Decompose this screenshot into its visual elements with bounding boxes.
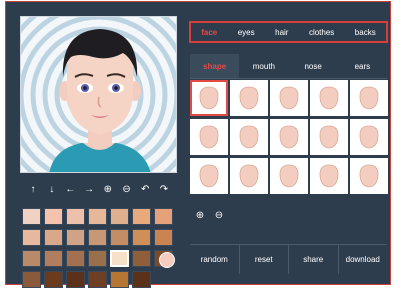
random-button[interactable]: random (190, 245, 240, 274)
color-swatch[interactable] (22, 250, 41, 267)
face-shape-option[interactable] (270, 119, 308, 155)
subtab-nose[interactable]: nose (289, 54, 338, 78)
subtab-shape[interactable]: shape (190, 54, 240, 78)
color-swatch[interactable] (110, 229, 129, 246)
face-shape-icon (199, 125, 219, 149)
face-shape-icon (319, 164, 339, 188)
avatar-maker-app: ↑ ↓ ← → ⊕ ⊖ ↶ ↷ face eyes hair clothes backs shape m… (5, 1, 391, 288)
face-shape-icon (359, 86, 379, 110)
shape-grid (190, 80, 388, 194)
color-swatch[interactable] (44, 229, 63, 246)
face-shape-option[interactable] (230, 119, 268, 155)
color-swatch[interactable] (66, 250, 85, 267)
zoom-out-icon[interactable]: ⊖ (213, 208, 225, 224)
face-shape-option[interactable] (350, 80, 388, 116)
face-shape-option[interactable] (190, 158, 228, 194)
color-palette (18, 208, 180, 288)
face-shape-icon (239, 164, 259, 188)
grid-zoom-controls: ⊕ ⊖ (194, 208, 225, 224)
color-swatch[interactable] (88, 229, 107, 246)
color-swatch[interactable] (110, 250, 129, 267)
zoom-out-icon[interactable]: ⊖ (119, 182, 135, 198)
color-swatch[interactable] (88, 208, 107, 225)
face-shape-icon (239, 125, 259, 149)
color-swatch[interactable] (22, 229, 41, 246)
color-swatch[interactable] (132, 271, 151, 288)
avatar-illustration (21, 17, 176, 172)
category-tab-face[interactable]: face (201, 28, 217, 37)
category-tab-backs[interactable]: backs (355, 28, 376, 37)
zoom-in-icon[interactable]: ⊕ (100, 182, 116, 198)
face-shape-icon (199, 86, 219, 110)
face-shape-option[interactable] (310, 80, 348, 116)
face-shape-option[interactable] (350, 119, 388, 155)
color-swatch[interactable] (132, 229, 151, 246)
face-shape-icon (319, 86, 339, 110)
avatar-toolbar: ↑ ↓ ← → ⊕ ⊖ ↶ ↷ (20, 182, 177, 198)
face-shape-icon (279, 125, 299, 149)
face-shape-icon (279, 86, 299, 110)
category-tab-hair[interactable]: hair (275, 28, 288, 37)
face-shape-option[interactable] (230, 158, 268, 194)
face-shape-option[interactable] (190, 119, 228, 155)
redo-icon[interactable]: ↷ (156, 182, 172, 198)
color-swatch[interactable] (22, 271, 41, 288)
color-swatch[interactable] (66, 271, 85, 288)
color-swatch[interactable] (22, 208, 41, 225)
face-shape-icon (319, 125, 339, 149)
color-swatch[interactable] (132, 208, 151, 225)
subcategory-tabs: shape mouth nose ears (190, 54, 387, 79)
face-shape-option[interactable] (230, 80, 268, 116)
current-color-indicator[interactable] (159, 252, 175, 268)
face-shape-icon (239, 86, 259, 110)
color-swatch[interactable] (110, 208, 129, 225)
color-swatch[interactable] (44, 208, 63, 225)
category-tabs: face eyes hair clothes backs (189, 21, 388, 43)
color-swatch[interactable] (88, 250, 107, 267)
color-swatch[interactable] (44, 271, 63, 288)
color-swatch[interactable] (154, 208, 173, 225)
color-swatch[interactable] (66, 229, 85, 246)
color-swatch[interactable] (154, 229, 173, 246)
face-shape-option[interactable] (270, 80, 308, 116)
subtab-mouth[interactable]: mouth (239, 54, 288, 78)
zoom-in-icon[interactable]: ⊕ (194, 208, 206, 224)
arrow-left-icon[interactable]: ← (62, 182, 78, 198)
color-swatch[interactable] (44, 250, 63, 267)
face-shape-option[interactable] (310, 119, 348, 155)
subtab-ears[interactable]: ears (338, 54, 387, 78)
face-shape-option[interactable] (350, 158, 388, 194)
undo-icon[interactable]: ↶ (137, 182, 153, 198)
color-swatch[interactable] (110, 271, 129, 288)
avatar-preview (20, 16, 177, 173)
face-shape-icon (279, 164, 299, 188)
face-shape-icon (199, 164, 219, 188)
color-swatch[interactable] (132, 250, 151, 267)
face-shape-option[interactable] (190, 80, 228, 116)
face-shape-option[interactable] (270, 158, 308, 194)
face-shape-icon (359, 125, 379, 149)
arrow-up-icon[interactable]: ↑ (25, 182, 41, 198)
download-button[interactable]: download (339, 245, 388, 274)
face-shape-icon (359, 164, 379, 188)
category-tab-eyes[interactable]: eyes (238, 28, 255, 37)
action-bar: random reset share download (190, 244, 387, 274)
arrow-right-icon[interactable]: → (81, 182, 97, 198)
color-swatch[interactable] (88, 271, 107, 288)
arrow-down-icon[interactable]: ↓ (44, 182, 60, 198)
color-swatch[interactable] (66, 208, 85, 225)
reset-button[interactable]: reset (240, 245, 289, 274)
share-button[interactable]: share (289, 245, 339, 274)
category-tab-clothes[interactable]: clothes (309, 28, 334, 37)
face-shape-option[interactable] (310, 158, 348, 194)
